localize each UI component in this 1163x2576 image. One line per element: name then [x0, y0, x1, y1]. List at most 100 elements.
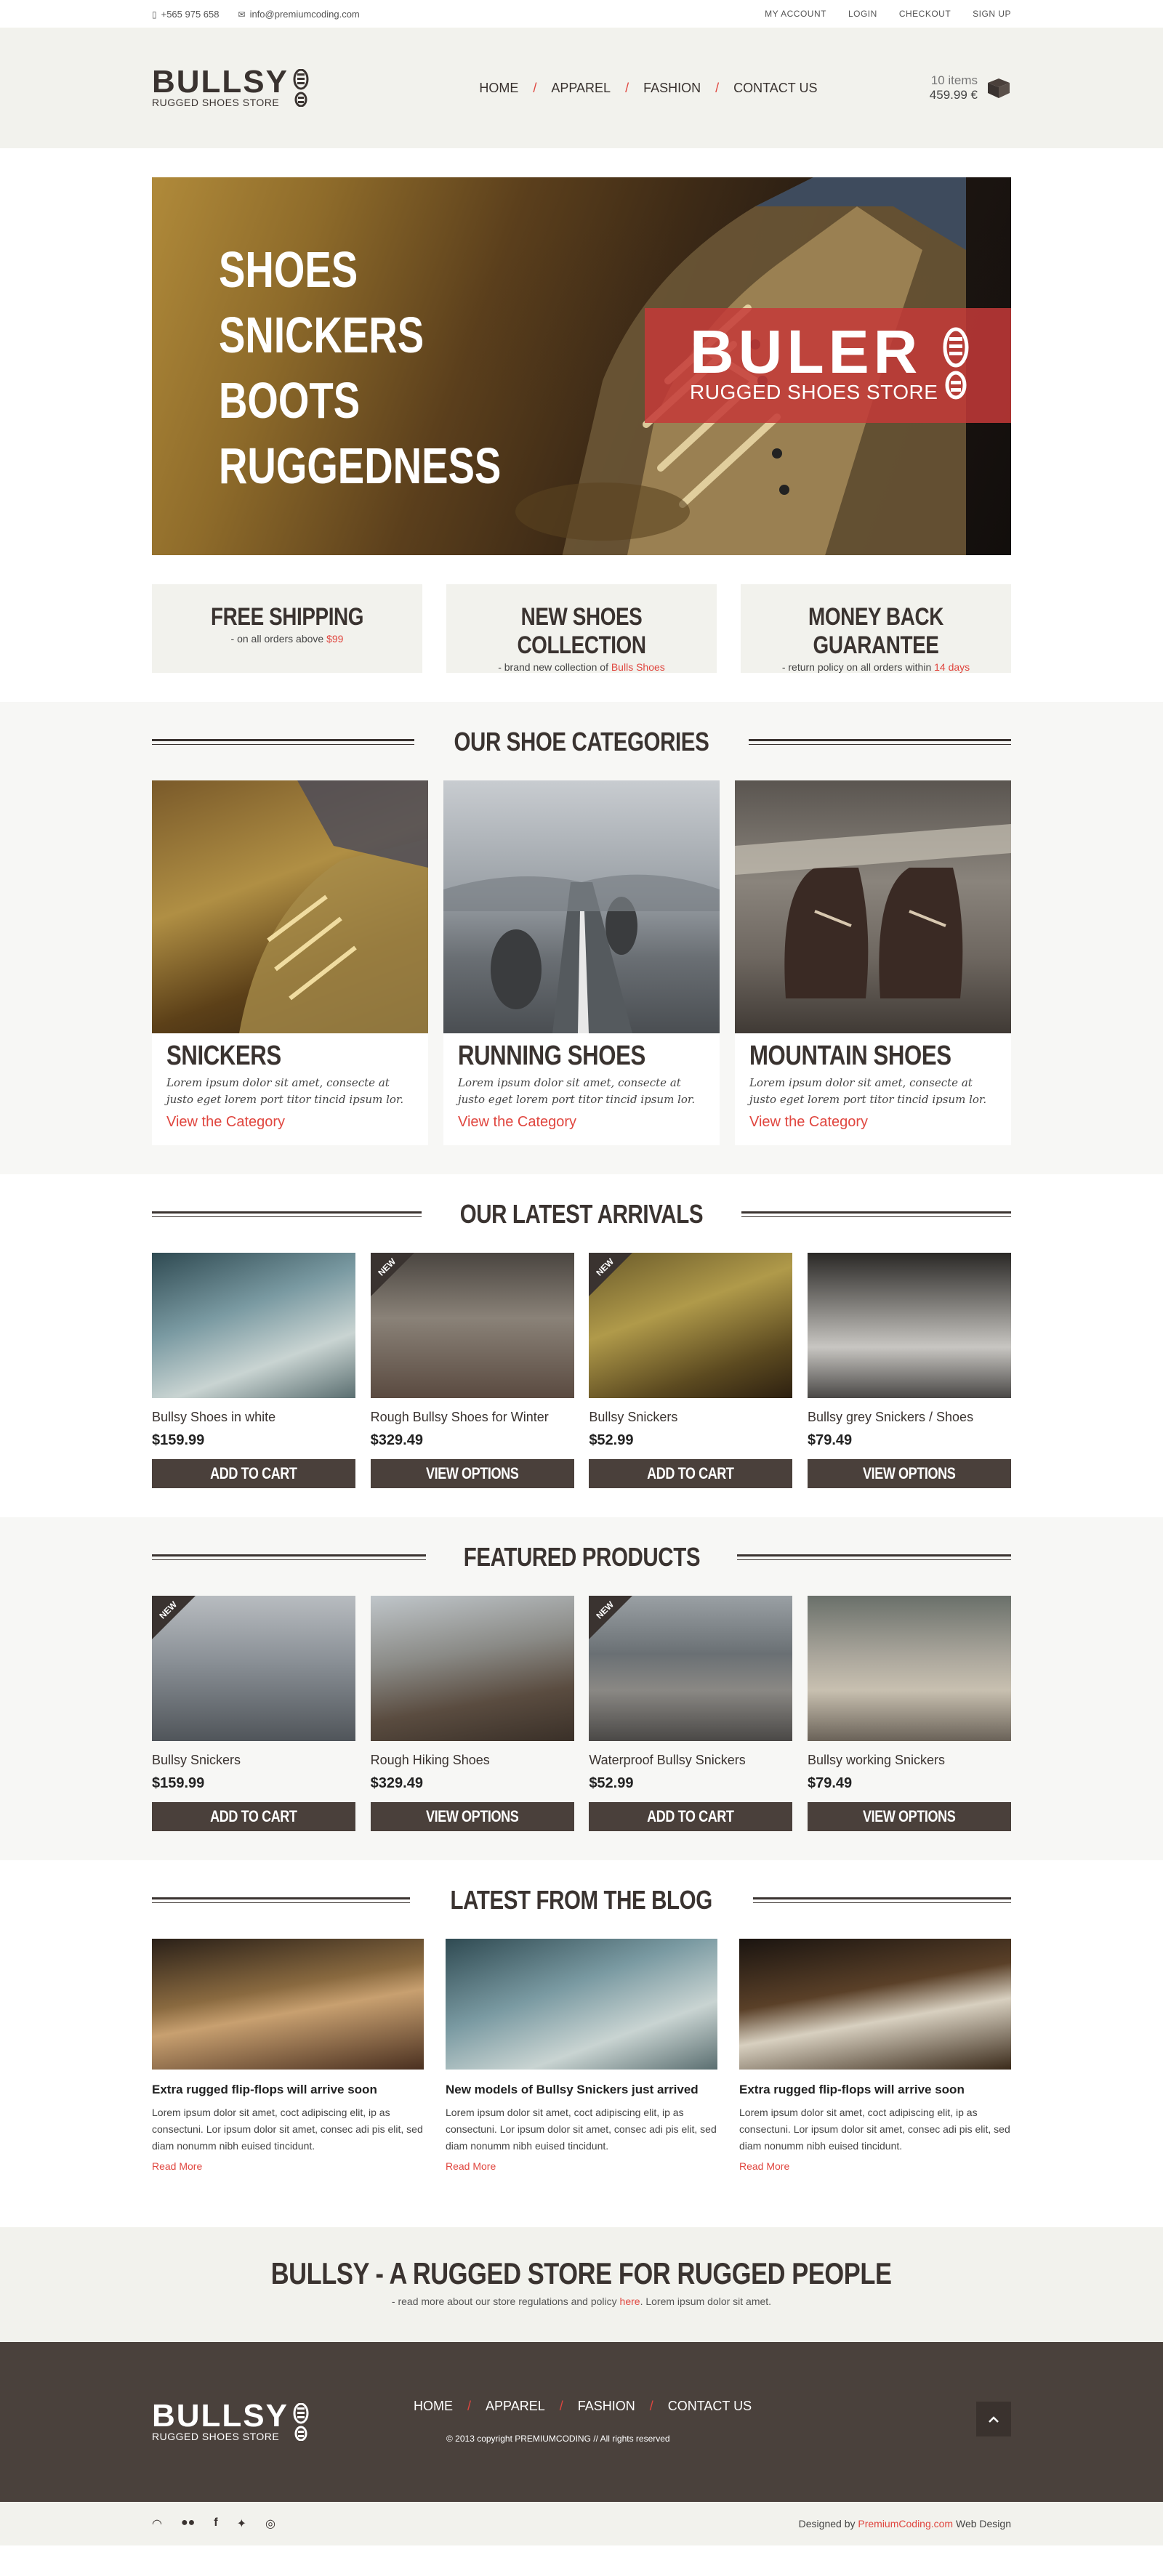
product-image[interactable] [807, 1596, 1011, 1741]
add-to-cart-button[interactable]: ADD TO CART [152, 1459, 355, 1488]
feature-desc: - brand new collection of [498, 661, 611, 673]
credit-link[interactable]: PremiumCoding.com [858, 2518, 953, 2529]
product-card[interactable]: Rough Hiking Shoes $329.49 VIEW OPTIONS [370, 1596, 574, 1831]
product-image[interactable] [152, 1253, 355, 1398]
back-to-top-button[interactable] [976, 2402, 1011, 2436]
product-image[interactable]: NEW [589, 1596, 793, 1741]
product-card[interactable]: Bullsy grey Snickers / Shoes $79.49 VIEW… [807, 1253, 1011, 1488]
cart-box-icon[interactable] [986, 77, 1011, 99]
boot-print-icon [293, 2403, 309, 2441]
product-image[interactable]: NEW [589, 1253, 793, 1398]
product-card[interactable]: Bullsy Shoes in white $159.99 ADD TO CAR… [152, 1253, 355, 1488]
product-price: $79.49 [807, 1432, 853, 1448]
product-name[interactable]: Bullsy working Snickers [808, 1753, 1011, 1768]
categories-title: OUR SHOE CATEGORIES [454, 727, 709, 756]
feature-highlight: $99 [326, 633, 344, 645]
product-card[interactable]: NEW Bullsy Snickers $52.99 ADD TO CART [589, 1253, 793, 1488]
title-rule [152, 1554, 426, 1560]
product-image[interactable] [807, 1253, 1011, 1398]
button-label: VIEW OPTIONS [863, 1807, 956, 1825]
title-rule [152, 1897, 411, 1903]
product-image[interactable]: NEW [152, 1596, 355, 1741]
blog-image[interactable] [152, 1939, 424, 2070]
category-image[interactable] [735, 780, 1011, 1033]
sign-up-link[interactable]: SIGN UP [973, 9, 1011, 19]
product-image[interactable] [370, 1596, 574, 1741]
tagline-section: BULLSY - A RUGGED STORE FOR RUGGED PEOPL… [0, 2227, 1163, 2342]
button-label: VIEW OPTIONS [425, 1807, 519, 1825]
footer-nav-apparel[interactable]: APPAREL [486, 2399, 545, 2414]
add-to-cart-button[interactable]: ADD TO CART [589, 1802, 793, 1831]
blog-post[interactable]: New models of Bullsy Snickers just arriv… [446, 1939, 717, 2173]
product-name[interactable]: Bullsy grey Snickers / Shoes [808, 1410, 1011, 1425]
cart-summary[interactable]: 10 items 459.99 € [930, 73, 1011, 102]
blog-post[interactable]: Extra rugged flip-flops will arrive soon… [152, 1939, 424, 2173]
view-category-link[interactable]: View the Category [166, 1114, 285, 1131]
blog-post-title[interactable]: New models of Bullsy Snickers just arriv… [446, 2083, 717, 2097]
nav-home[interactable]: HOME [479, 81, 518, 96]
product-card[interactable]: NEW Rough Bullsy Shoes for Winter $329.4… [370, 1253, 574, 1488]
product-name[interactable]: Bullsy Shoes in white [152, 1410, 355, 1425]
view-category-link[interactable]: View the Category [749, 1114, 868, 1131]
view-options-button[interactable]: VIEW OPTIONS [370, 1459, 574, 1488]
blog-post-title[interactable]: Extra rugged flip-flops will arrive soon [739, 2083, 1011, 2097]
feature-highlight[interactable]: Bulls Shoes [611, 661, 665, 673]
product-name[interactable]: Bullsy Snickers [152, 1753, 355, 1768]
product-card[interactable]: NEW Waterproof Bullsy Snickers $52.99 AD… [589, 1596, 793, 1831]
blog-post-excerpt: Lorem ipsum dolor sit amet, coct adipisc… [739, 2107, 1010, 2152]
category-card[interactable]: RUNNING SHOES Lorem ipsum dolor sit amet… [443, 780, 720, 1145]
product-card[interactable]: Bullsy working Snickers $79.49 VIEW OPTI… [807, 1596, 1011, 1831]
category-card[interactable]: SNICKERS Lorem ipsum dolor sit amet, con… [152, 780, 428, 1145]
email-contact[interactable]: ✉ info@premiumcoding.com [238, 9, 360, 20]
email-address[interactable]: info@premiumcoding.com [250, 9, 360, 20]
title-rule [741, 1211, 1012, 1217]
footer-nav-home[interactable]: HOME [414, 2399, 453, 2414]
footer-nav-fashion[interactable]: FASHION [578, 2399, 635, 2414]
my-account-link[interactable]: MY ACCOUNT [765, 9, 826, 19]
categories-section: OUR SHOE CATEGORIES SNICKERS Lorem ipsum… [0, 702, 1163, 1174]
category-image[interactable] [152, 780, 428, 1033]
footer-nav-contact[interactable]: CONTACT US [668, 2399, 752, 2414]
nav-contact[interactable]: CONTACT US [733, 81, 817, 96]
blog-image[interactable] [446, 1939, 717, 2070]
product-name[interactable]: Rough Bullsy Shoes for Winter [371, 1410, 574, 1425]
view-options-button[interactable]: VIEW OPTIONS [807, 1802, 1011, 1831]
view-options-button[interactable]: VIEW OPTIONS [370, 1802, 574, 1831]
flickr-icon[interactable]: ●● [181, 2516, 195, 2531]
product-name[interactable]: Waterproof Bullsy Snickers [589, 1753, 792, 1768]
rss-icon[interactable]: ◠ [152, 2516, 162, 2531]
login-link[interactable]: LOGIN [848, 9, 877, 19]
product-price: $329.49 [370, 1432, 423, 1448]
product-image[interactable]: NEW [370, 1253, 574, 1398]
hero-banner[interactable]: SHOES SNICKERS BOOTS RUGGEDNESS BULER RU… [152, 177, 1011, 555]
product-price: $52.99 [589, 1775, 634, 1791]
read-more-link[interactable]: Read More [446, 2160, 496, 2172]
nav-apparel[interactable]: APPAREL [551, 81, 611, 96]
read-more-link[interactable]: Read More [152, 2160, 202, 2172]
product-card[interactable]: NEW Bullsy Snickers $159.99 ADD TO CART [152, 1596, 355, 1831]
category-card[interactable]: MOUNTAIN SHOES Lorem ipsum dolor sit ame… [735, 780, 1011, 1145]
blog-image[interactable] [739, 1939, 1011, 2070]
view-category-link[interactable]: View the Category [458, 1114, 576, 1131]
dribbble-icon[interactable]: ◎ [265, 2516, 275, 2531]
view-options-button[interactable]: VIEW OPTIONS [807, 1459, 1011, 1488]
checkout-link[interactable]: CHECKOUT [899, 9, 951, 19]
tagline-link[interactable]: here [620, 2296, 640, 2307]
nav-fashion[interactable]: FASHION [643, 81, 701, 96]
twitter-icon[interactable]: ✦ [237, 2516, 246, 2531]
product-name[interactable]: Rough Hiking Shoes [371, 1753, 574, 1768]
logo[interactable]: BULLSY RUGGED SHOES STORE [152, 66, 309, 108]
facebook-icon[interactable]: f [214, 2516, 217, 2531]
footer-logo[interactable]: BULLSY RUGGED SHOES STORE [152, 2400, 309, 2442]
add-to-cart-button[interactable]: ADD TO CART [589, 1459, 793, 1488]
title-rule [737, 1554, 1011, 1560]
product-name[interactable]: Bullsy Snickers [589, 1410, 792, 1425]
blog-post-excerpt: Lorem ipsum dolor sit amet, coct adipisc… [152, 2107, 423, 2152]
button-label: VIEW OPTIONS [863, 1464, 956, 1482]
blog-post-title[interactable]: Extra rugged flip-flops will arrive soon [152, 2083, 424, 2097]
category-image[interactable] [443, 780, 720, 1033]
read-more-link[interactable]: Read More [739, 2160, 789, 2172]
blog-post[interactable]: Extra rugged flip-flops will arrive soon… [739, 1939, 1011, 2173]
add-to-cart-button[interactable]: ADD TO CART [152, 1802, 355, 1831]
footer-nav: HOME / APPAREL / FASHION / CONTACT US [414, 2399, 752, 2414]
